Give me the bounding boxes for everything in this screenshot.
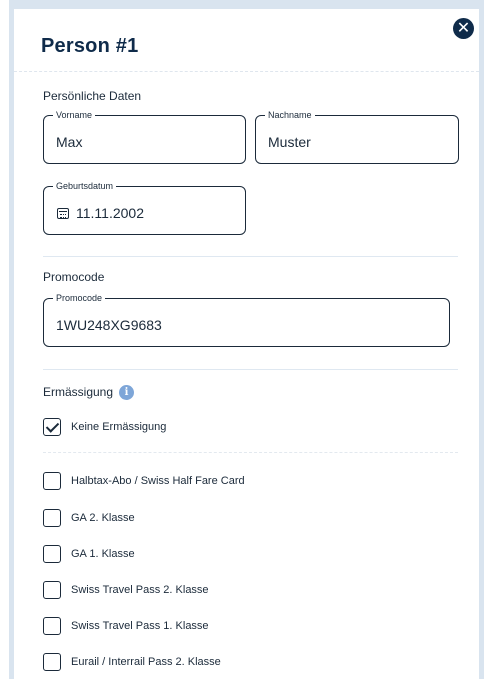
firstname-label: Vorname [53, 109, 96, 121]
birthdate-field[interactable]: Geburtsdatum 11.11.2002 [43, 180, 246, 235]
firstname-field[interactable]: Vorname Max [43, 109, 246, 164]
dialog-header: Person #1 [14, 9, 479, 72]
discount-option-halbtax[interactable]: Halbtax-Abo / Swiss Half Fare Card [43, 471, 245, 491]
discount-option-stp2[interactable]: Swiss Travel Pass 2. Klasse [43, 580, 209, 600]
promocode-field[interactable]: Promocode 1WU248XG9683 [43, 292, 450, 347]
section-divider [43, 369, 458, 370]
discount-option-ga1[interactable]: GA 1. Klasse [43, 544, 135, 564]
personal-data-label: Persönliche Daten [43, 89, 142, 103]
checkbox[interactable] [43, 472, 61, 490]
discount-option-ga2[interactable]: GA 2. Klasse [43, 508, 135, 528]
birthdate-label: Geburtsdatum [53, 180, 117, 192]
calendar-icon[interactable] [57, 208, 69, 219]
lastname-label: Nachname [265, 109, 315, 121]
promocode-value: 1WU248XG9683 [56, 317, 162, 333]
firstname-value: Max [56, 134, 83, 150]
person-dialog: Person #1 ✕ Persönliche Daten Vorname Ma… [9, 0, 484, 679]
promocode-section-label: Promocode [43, 270, 105, 284]
discount-section-label: Ermässigung i [43, 385, 135, 401]
discount-option-label: Keine Ermässigung [71, 421, 167, 433]
birthdate-value: 11.11.2002 [76, 205, 144, 221]
option-divider [43, 452, 458, 453]
discount-option-label: Eurail / Interrail Pass 2. Klasse [71, 656, 221, 668]
dialog-title: Person #1 [41, 35, 139, 57]
discount-option-label: Swiss Travel Pass 2. Klasse [71, 584, 209, 596]
lastname-value: Muster [268, 134, 311, 150]
info-icon[interactable]: i [119, 385, 135, 401]
discount-option-label: GA 2. Klasse [71, 512, 135, 524]
discount-label-text: Ermässigung [43, 385, 114, 399]
checkbox[interactable] [43, 545, 61, 563]
checkbox[interactable] [43, 509, 61, 527]
checkbox-checked[interactable] [43, 418, 61, 436]
discount-option-none[interactable]: Keine Ermässigung [43, 417, 166, 437]
promocode-label: Promocode [53, 292, 106, 304]
section-divider [43, 256, 458, 257]
checkbox[interactable] [43, 581, 61, 599]
lastname-field[interactable]: Nachname Muster [255, 109, 459, 164]
close-icon[interactable]: ✕ [453, 18, 474, 39]
checkbox[interactable] [43, 653, 61, 671]
discount-option-eurail2[interactable]: Eurail / Interrail Pass 2. Klasse [43, 652, 221, 672]
checkbox[interactable] [43, 617, 61, 635]
discount-option-label: Halbtax-Abo / Swiss Half Fare Card [71, 475, 245, 487]
discount-option-stp1[interactable]: Swiss Travel Pass 1. Klasse [43, 616, 209, 636]
discount-option-label: Swiss Travel Pass 1. Klasse [71, 620, 209, 632]
discount-option-label: GA 1. Klasse [71, 548, 135, 560]
